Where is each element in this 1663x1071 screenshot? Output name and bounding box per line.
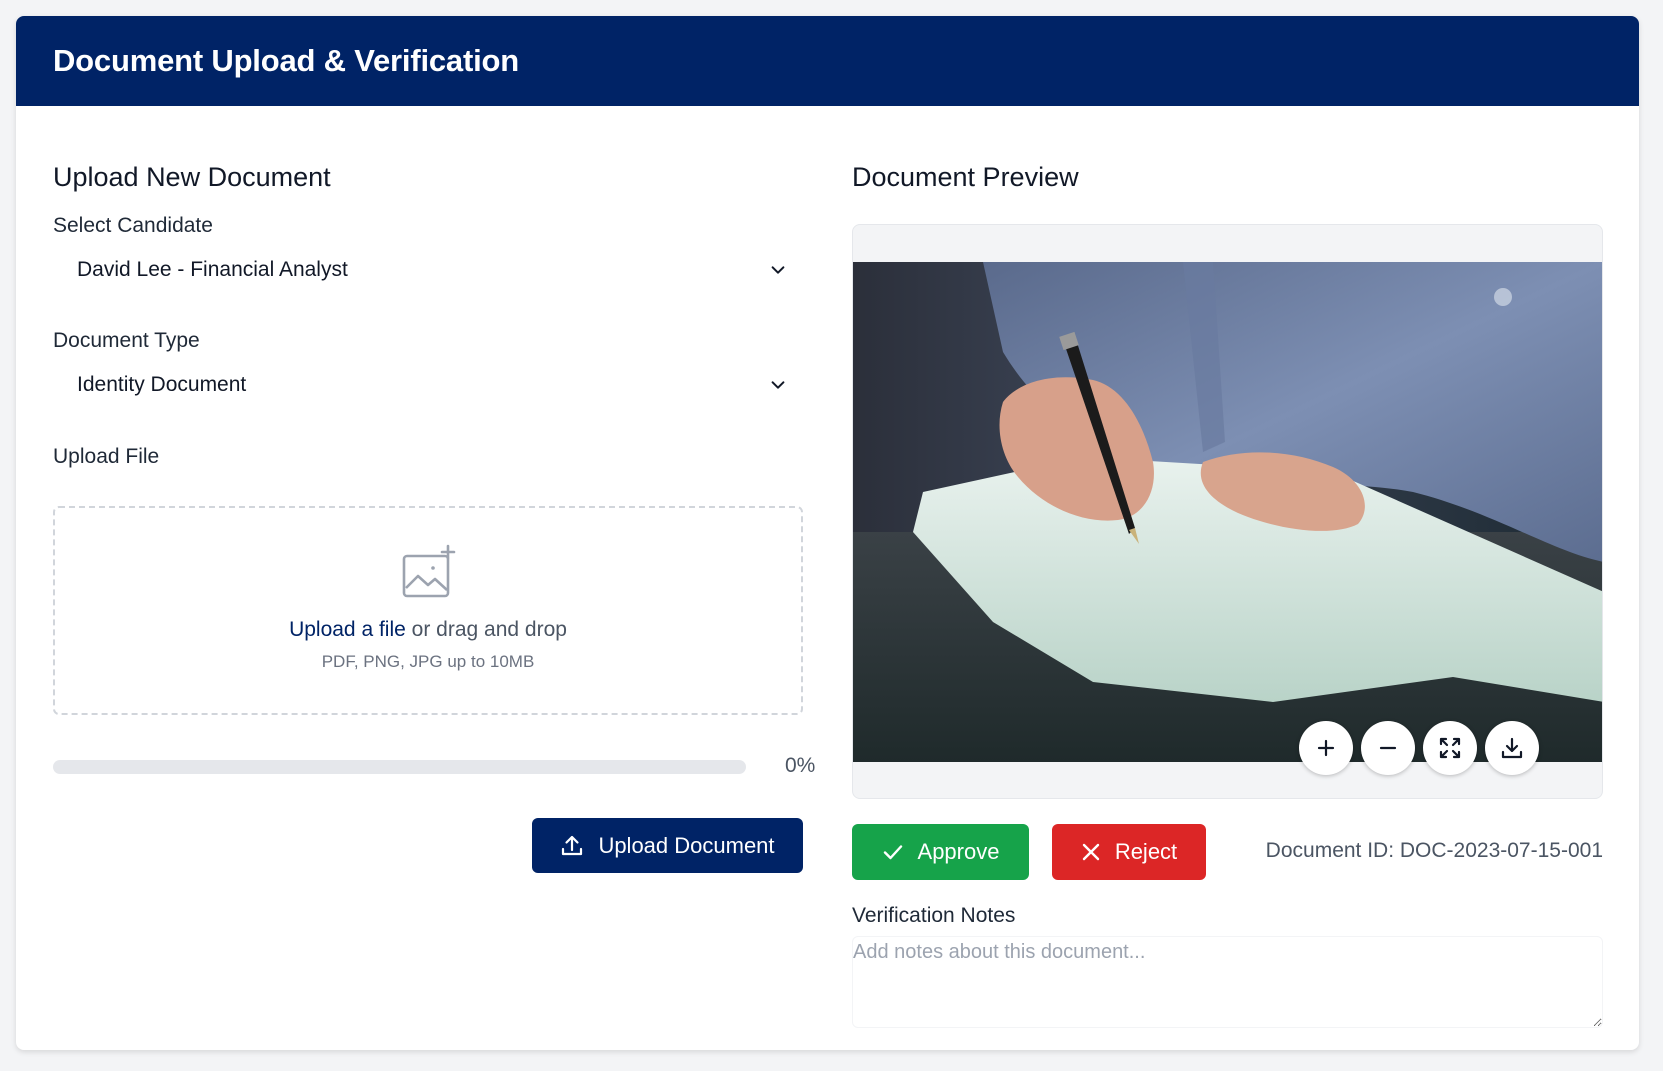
chevron-down-icon	[771, 266, 785, 274]
card-header: Document Upload & Verification	[16, 16, 1639, 106]
fullscreen-button[interactable]	[1423, 721, 1477, 775]
candidate-label: Select Candidate	[53, 214, 213, 237]
verification-notes-label: Verification Notes	[852, 904, 1016, 927]
image-add-icon	[402, 544, 456, 598]
dropzone-instruction: or drag and drop	[405, 618, 567, 641]
doctype-select[interactable]: Identity Document	[53, 360, 803, 410]
dropzone-hint: PDF, PNG, JPG up to 10MB	[321, 652, 535, 671]
verification-notes-input[interactable]	[852, 936, 1603, 1028]
upload-section-title: Upload New Document	[53, 162, 331, 192]
upload-document-label: Upload Document	[598, 832, 775, 858]
candidate-select[interactable]: David Lee - Financial Analyst	[53, 245, 803, 295]
document-id: Document ID: DOC-2023-07-15-001	[1265, 839, 1603, 862]
zoom-out-icon	[1379, 746, 1397, 750]
candidate-select-value: David Lee - Financial Analyst	[77, 258, 348, 281]
chevron-down-icon	[771, 381, 785, 389]
doctype-select-value: Identity Document	[77, 373, 247, 396]
doctype-label: Document Type	[53, 329, 200, 352]
upload-icon	[562, 835, 583, 855]
reject-button[interactable]: Reject	[1052, 824, 1206, 880]
zoom-out-button[interactable]	[1361, 721, 1415, 775]
fullscreen-icon	[1439, 737, 1461, 759]
reject-label: Reject	[1114, 839, 1178, 864]
approve-label: Approve	[917, 839, 1000, 864]
check-icon	[883, 845, 902, 860]
upload-progress-text: 0%	[785, 754, 816, 777]
approve-button[interactable]: Approve	[852, 824, 1029, 880]
preview-section-title: Document Preview	[852, 162, 1079, 192]
upload-file-link[interactable]: Upload a file	[289, 618, 406, 641]
close-icon	[1082, 843, 1100, 861]
page-title: Document Upload & Verification	[53, 43, 519, 78]
file-dropzone[interactable]: Upload a file or drag and drop PDF, PNG,…	[53, 506, 803, 715]
dropzone-text: Upload a file or drag and drop	[289, 618, 567, 642]
zoom-in-icon	[1317, 739, 1335, 757]
document-image	[853, 262, 1602, 762]
download-button[interactable]	[1485, 721, 1539, 775]
document-preview	[852, 224, 1603, 799]
download-icon	[1501, 737, 1523, 759]
document-verification-card: Document Upload & Verification Upload Ne…	[16, 16, 1639, 1050]
upload-file-label: Upload File	[53, 445, 160, 468]
zoom-in-button[interactable]	[1299, 721, 1353, 775]
upload-document-button[interactable]: Upload Document	[532, 818, 803, 873]
upload-progress-bar	[53, 760, 746, 774]
